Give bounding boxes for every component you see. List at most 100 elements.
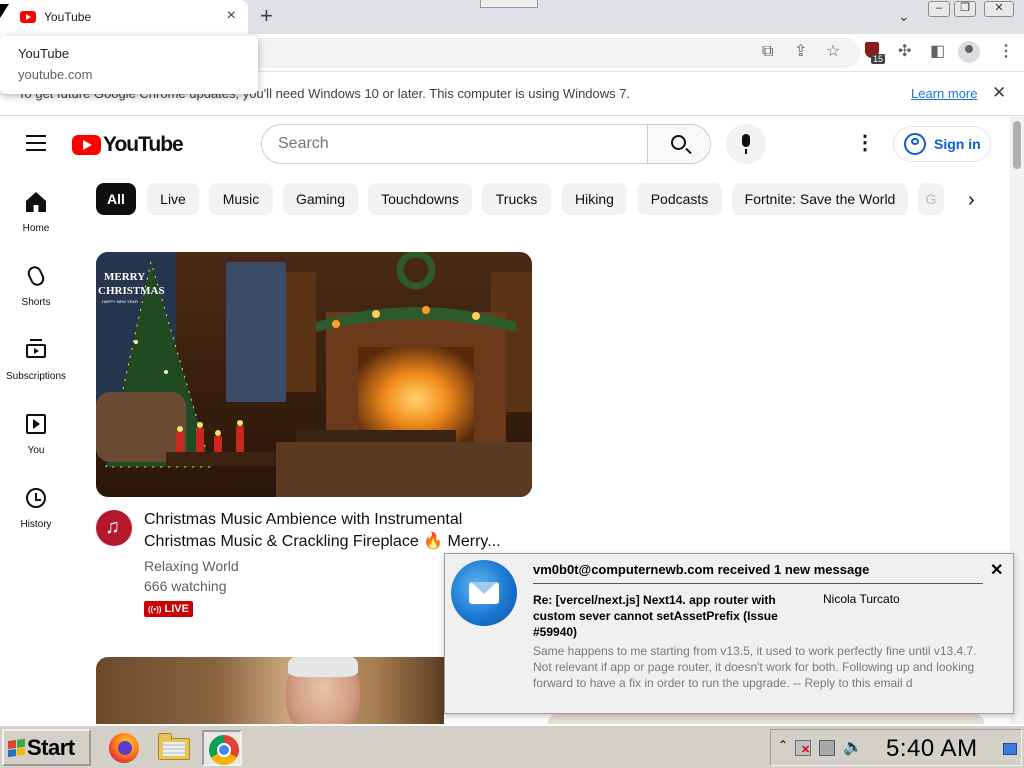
minimize-button[interactable]: – <box>928 1 950 17</box>
learn-more-link[interactable]: Learn more <box>911 86 977 101</box>
search-input[interactable] <box>261 124 648 164</box>
extension-shield-icon[interactable]: 15 <box>865 42 886 64</box>
windows-logo-icon <box>8 738 25 757</box>
chrome-icon <box>209 735 239 765</box>
folder-icon <box>158 733 190 760</box>
tray-expand-arrow-icon[interactable]: ⌃ <box>778 738 788 752</box>
microphone-stem <box>745 149 747 154</box>
extension-badge-count: 15 <box>871 54 886 64</box>
notification-divider <box>533 583 983 584</box>
close-window-button[interactable]: ✕ <box>984 1 1014 17</box>
youtube-logo-icon <box>72 135 101 155</box>
video-title-line-2: Christmas Music & Crackling Fireplace 🔥 … <box>144 533 501 550</box>
guide-item-you[interactable]: You <box>0 402 72 466</box>
settings-menu-icon[interactable]: ⋮ <box>855 133 875 155</box>
channel-name[interactable]: Relaxing World <box>144 558 239 574</box>
firefox-icon <box>109 733 139 763</box>
fireplace-scene-image: MERRY CHRISTMAS HAPPY NEW YEAR <box>96 252 532 497</box>
live-broadcast-icon: ((•)) <box>148 605 162 614</box>
account-icon <box>904 133 926 155</box>
notification-subject: Re: [vercel/next.js] Next14. app router … <box>533 593 778 639</box>
guide-label-home: Home <box>22 223 50 234</box>
hover-card-title: YouTube <box>18 46 70 61</box>
taskbar-file-explorer[interactable] <box>154 730 194 766</box>
mouse-cursor-icon <box>0 4 9 18</box>
live-badge: ((•)) LIVE <box>144 601 193 617</box>
chip-all[interactable]: All <box>96 183 136 215</box>
taskbar-clock[interactable]: 5:40 AM <box>886 735 978 763</box>
scrollbar-thumb[interactable] <box>1013 121 1021 169</box>
tab-title: YouTube <box>44 10 92 24</box>
tab-hover-card: YouTube youtube.com <box>0 36 258 94</box>
thumbnail-text-christmas: CHRISTMAS <box>98 285 165 297</box>
taskbar-chrome[interactable] <box>202 730 242 766</box>
voice-search-button[interactable] <box>726 124 766 164</box>
notification-close-button[interactable]: ✕ <box>990 560 1003 580</box>
mail-notification-popup[interactable]: vm0b0t@computernewb.com received 1 new m… <box>444 553 1014 714</box>
search-button[interactable] <box>647 124 711 164</box>
restore-button[interactable]: ❐ <box>954 1 976 17</box>
home-icon <box>26 192 46 212</box>
tab-close-button[interactable]: × <box>227 8 236 24</box>
search-icon <box>671 135 686 150</box>
video-thumbnail[interactable]: MERRY CHRISTMAS HAPPY NEW YEAR <box>96 252 532 497</box>
video-title[interactable]: Christmas Music Ambience with Instrument… <box>144 509 524 553</box>
guide-item-home[interactable]: Home <box>0 180 72 244</box>
chip-gaming[interactable]: Gaming <box>283 183 358 215</box>
hover-card-domain: youtube.com <box>18 67 93 82</box>
chip-trucks[interactable]: Trucks <box>482 183 551 215</box>
new-tab-button[interactable]: + <box>260 4 273 28</box>
taskbar-firefox[interactable] <box>104 730 144 766</box>
video-thumbnail-3[interactable] <box>548 713 984 724</box>
youtube-logo[interactable]: YouTube <box>72 133 184 157</box>
thumbnail-text-merry: MERRY <box>104 271 145 283</box>
chip-music[interactable]: Music <box>209 183 273 215</box>
share-icon[interactable]: ⇪ <box>794 43 807 61</box>
tab-youtube[interactable]: YouTube × <box>0 0 248 34</box>
guide-item-subscriptions[interactable]: Subscriptions <box>0 328 72 392</box>
chip-fortnite[interactable]: Fortnite: Save the World <box>732 183 908 215</box>
open-in-app-icon[interactable]: ⧉ <box>762 43 773 61</box>
chip-touchdowns[interactable]: Touchdowns <box>368 183 472 215</box>
guide-label-shorts: Shorts <box>21 297 51 308</box>
youtube-favicon-icon <box>20 11 36 23</box>
guide-item-history[interactable]: History <box>0 476 72 540</box>
guide-label-subscriptions: Subscriptions <box>5 371 67 382</box>
channel-avatar[interactable] <box>96 510 132 546</box>
side-panel-icon[interactable]: ◧ <box>930 43 945 61</box>
chip-hiking[interactable]: Hiking <box>562 183 627 215</box>
bookmark-star-icon[interactable]: ☆ <box>826 43 840 61</box>
infobar-close-button[interactable]: ✕ <box>992 83 1006 103</box>
sign-in-label: Sign in <box>934 136 981 152</box>
you-icon <box>26 414 46 434</box>
start-button[interactable]: Start <box>2 729 91 766</box>
profile-avatar-icon[interactable] <box>958 41 980 63</box>
guide-item-shorts[interactable]: Shorts <box>0 254 72 318</box>
notification-sender: Nicola Turcato <box>823 592 900 606</box>
microphone-icon <box>742 134 750 147</box>
video-title-line-1: Christmas Music Ambience with Instrument… <box>144 511 463 528</box>
person-hair-image <box>288 657 358 677</box>
address-bar[interactable] <box>200 38 860 68</box>
tab-search-button[interactable]: ⌄ <box>898 8 910 25</box>
shorts-icon <box>25 263 47 289</box>
chips-next-arrow-icon[interactable]: › <box>968 189 975 212</box>
video-thumbnail-2[interactable] <box>96 657 444 724</box>
youtube-logo-text: YouTube <box>103 133 184 156</box>
chip-podcasts[interactable]: Podcasts <box>637 183 722 215</box>
extensions-puzzle-icon[interactable]: ✣ <box>898 43 911 61</box>
network-icon[interactable] <box>819 740 835 756</box>
window-drag-handle[interactable] <box>480 0 538 8</box>
windows-taskbar: Start ⌃ 🔈 5:40 AM <box>0 724 1024 768</box>
chip-partial[interactable]: G <box>918 183 944 215</box>
sign-in-button[interactable]: Sign in <box>893 126 991 162</box>
chip-live[interactable]: Live <box>147 183 199 215</box>
guide-menu-icon[interactable] <box>26 135 46 151</box>
show-desktop-icon[interactable] <box>1003 743 1017 755</box>
volume-icon[interactable]: 🔈 <box>843 740 863 756</box>
watching-count: 666 watching <box>144 578 227 594</box>
youtube-header: YouTube ⋮ Sign in <box>0 117 1010 173</box>
browser-menu-icon[interactable]: ⋮ <box>998 43 1014 61</box>
guide-label-history: History <box>20 519 52 530</box>
action-center-flag-icon[interactable] <box>795 740 811 756</box>
